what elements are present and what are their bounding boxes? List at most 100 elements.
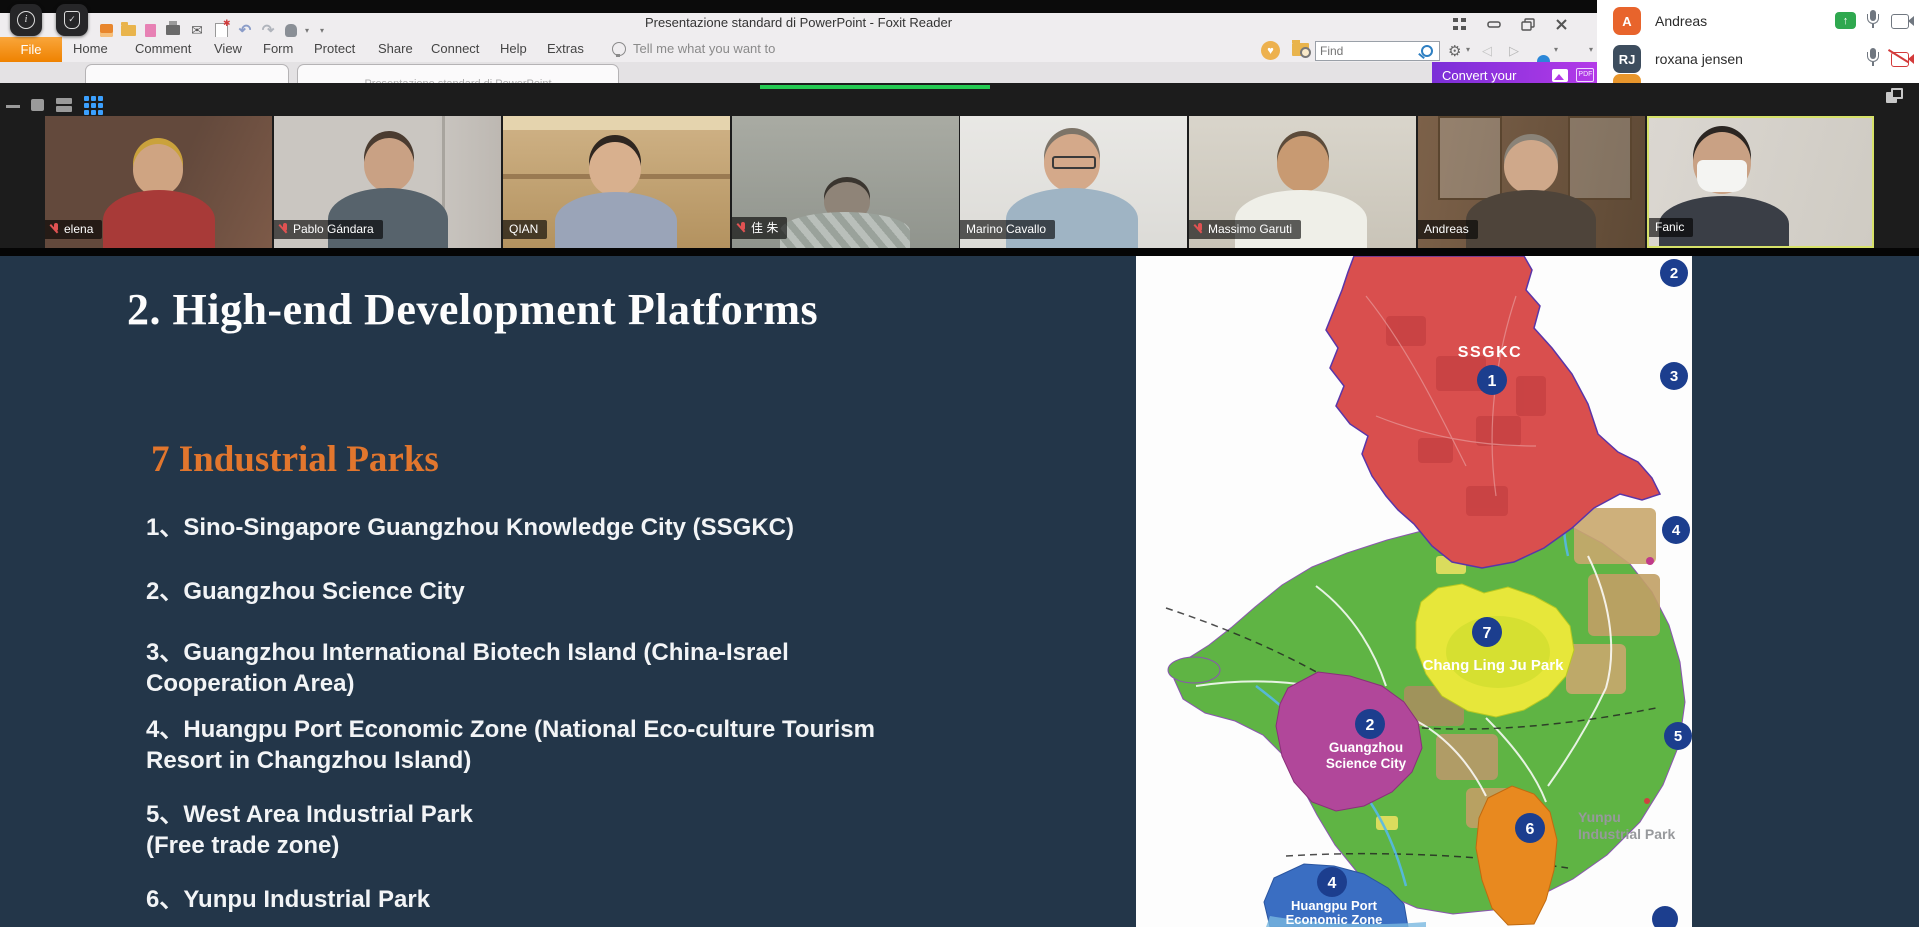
mic-icon[interactable] (1865, 10, 1881, 31)
shield-check-icon: ✓ (64, 11, 80, 29)
svg-text:4: 4 (1328, 875, 1337, 892)
tile-name: Marino Cavallo (966, 222, 1046, 236)
participant-row[interactable]: A Andreas ↑ (1597, 2, 1919, 40)
camera-off-icon[interactable] (1891, 52, 1915, 66)
gear-caret[interactable]: ▾ (1466, 45, 1470, 54)
menu-home[interactable]: Home (73, 41, 108, 56)
video-tile[interactable]: QIAN (503, 116, 730, 248)
image-icon (1552, 69, 1568, 82)
svg-text:7: 7 (1483, 625, 1492, 642)
menu-comment[interactable]: Comment (135, 41, 191, 56)
list-item: 2、Guangzhou Science City (146, 576, 465, 607)
map-label-huangpu-1: Huangpu Port (1291, 898, 1378, 913)
folder-search-icon[interactable] (1292, 43, 1309, 56)
strip-minimize-icon[interactable] (6, 105, 20, 108)
side-marker-2: 2 (1660, 259, 1688, 287)
hand-tool-icon (285, 24, 297, 37)
strip-slide-divider (0, 248, 1919, 256)
gear-icon[interactable]: ⚙ (1448, 42, 1461, 60)
map-marker-1: 1 (1477, 365, 1507, 395)
account-caret[interactable]: ▾ (1589, 45, 1593, 54)
tile-name: QIAN (509, 222, 538, 236)
open-folder-icon (121, 25, 136, 36)
slide-heading: 7 Industrial Parks (151, 438, 439, 481)
map-label-science-2: Science City (1326, 756, 1407, 771)
muted-mic-icon (1195, 223, 1204, 235)
guangzhou-zoning-map: SSGKC Chang Ling Ju Park Guangzhou Scien… (1136, 256, 1692, 927)
list-item: 5、West Area Industrial Park (Free trade … (146, 799, 473, 861)
restore-button[interactable] (1520, 17, 1535, 32)
gallery-view-grid-icon[interactable] (84, 96, 103, 115)
search-magnifier-icon[interactable] (1421, 45, 1433, 57)
convert-banner-label: Convert your (1442, 68, 1516, 83)
forward-arrow-icon[interactable]: ▷ (1509, 43, 1519, 59)
tile-name: Pablo Gándara (293, 222, 374, 236)
screen-share-badge: ↑ (1835, 12, 1856, 29)
video-tile[interactable]: Andreas (1418, 116, 1645, 248)
side-marker-3: 3 (1660, 362, 1688, 390)
menu-protect[interactable]: Protect (314, 41, 355, 56)
fullscreen-grid-icon[interactable] (1452, 17, 1467, 32)
document-tab-1[interactable] (85, 64, 289, 84)
strip-view-icon[interactable] (56, 98, 72, 112)
pdf-icon: PDF (1576, 68, 1594, 82)
shield-overlay-button[interactable]: ✓ (56, 4, 88, 36)
minimize-button[interactable] (1486, 17, 1501, 32)
map-label-ssgkc: SSGKC (1458, 344, 1522, 361)
list-item: 3、Guangzhou International Biotech Island… (146, 637, 789, 699)
menu-extras[interactable]: Extras (547, 41, 584, 56)
menu-form[interactable]: Form (263, 41, 293, 56)
participant-name: roxana jensen (1655, 51, 1743, 67)
svg-text:2: 2 (1366, 717, 1375, 734)
muted-mic-icon (280, 223, 289, 235)
map-label-yunpu-2: Industrial Park (1578, 826, 1675, 842)
tile-name: Massimo Garuti (1208, 222, 1292, 236)
video-tile[interactable]: elena (45, 116, 272, 248)
menu-file[interactable]: File (0, 37, 62, 62)
tile-name: 佳 朱 (751, 219, 778, 236)
map-label-science-1: Guangzhou (1329, 740, 1403, 755)
pop-out-icon[interactable] (1886, 88, 1903, 103)
find-input[interactable] (1316, 44, 1421, 58)
shared-slide: 2. High-end Development Platforms 7 Indu… (0, 256, 1919, 927)
tell-me-search[interactable]: Tell me what you want to (633, 41, 775, 56)
video-tile[interactable]: 佳 朱 (732, 116, 959, 248)
save-icon (100, 24, 113, 37)
participant-name: Andreas (1655, 13, 1707, 29)
map-label-yunpu-1: Yunpu (1578, 809, 1621, 825)
map-label-huangpu-2: Economic Zone (1286, 912, 1383, 927)
heart-icon[interactable]: ♥ (1261, 41, 1280, 60)
desktop-top-strip (0, 0, 1597, 13)
tile-name: Fanic (1655, 220, 1684, 234)
info-overlay-button[interactable]: i (10, 4, 42, 36)
list-item: 1、Sino-Singapore Guangzhou Knowledge Cit… (146, 512, 794, 543)
map-label-changlingju: Chang Ling Ju Park (1423, 657, 1565, 674)
tile-name: elena (64, 222, 93, 236)
svg-text:1: 1 (1488, 373, 1497, 390)
map-marker-4: 4 (1317, 867, 1347, 897)
side-marker-5: 5 (1664, 722, 1692, 750)
svg-text:6: 6 (1526, 821, 1535, 838)
menu-help[interactable]: Help (500, 41, 527, 56)
menu-share[interactable]: Share (378, 41, 413, 56)
document-tab-2[interactable]: Presentazione standard di PowerPoint (297, 64, 619, 84)
avatar: RJ (1613, 45, 1641, 73)
tile-name: Andreas (1424, 222, 1469, 236)
menu-view[interactable]: View (214, 41, 242, 56)
video-tile[interactable]: Marino Cavallo (960, 116, 1187, 248)
close-button[interactable] (1554, 17, 1569, 32)
slide-title: 2. High-end Development Platforms (127, 284, 818, 335)
camera-icon[interactable] (1891, 14, 1915, 28)
menu-connect[interactable]: Connect (431, 41, 479, 56)
svg-text:4: 4 (1672, 522, 1681, 539)
find-box[interactable] (1315, 41, 1440, 61)
video-tile[interactable]: Massimo Garuti (1189, 116, 1416, 248)
participant-row[interactable]: RJ roxana jensen (1597, 40, 1919, 78)
video-tile-active-speaker[interactable]: Fanic (1647, 116, 1874, 248)
speaker-view-icon[interactable] (31, 99, 44, 111)
mic-icon[interactable] (1865, 48, 1881, 69)
screen-share-border (760, 85, 990, 89)
back-arrow-icon[interactable]: ◁ (1482, 43, 1492, 59)
bell-caret[interactable]: ▾ (1554, 45, 1558, 54)
video-tile[interactable]: Pablo Gándara (274, 116, 501, 248)
